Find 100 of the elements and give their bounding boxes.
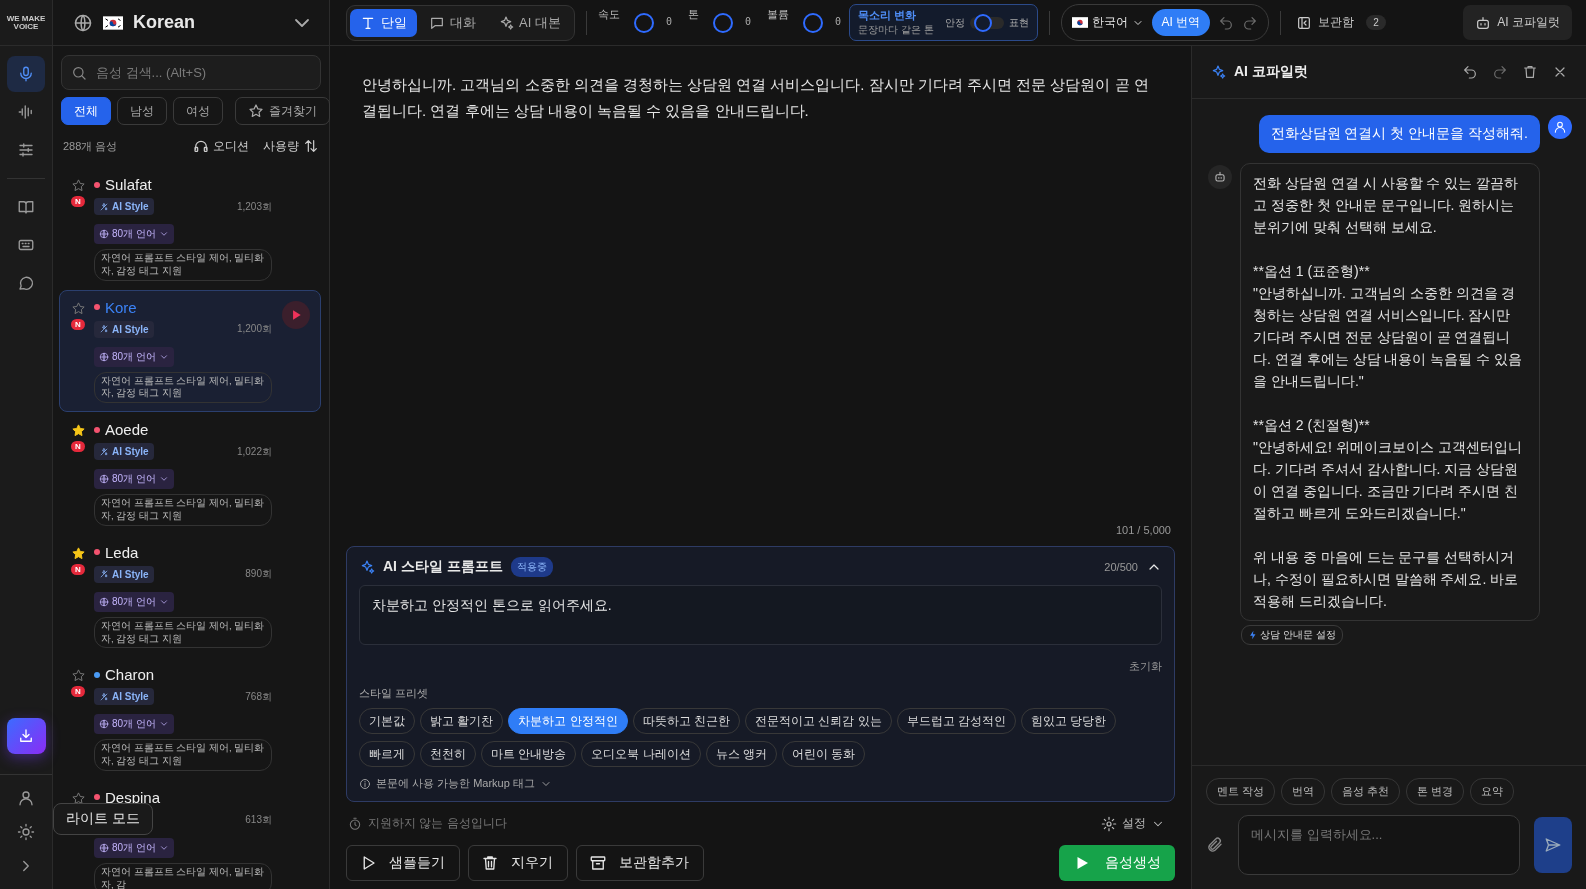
mic-nav-button[interactable] — [7, 56, 45, 92]
star-icon[interactable] — [70, 423, 86, 439]
quick-action-chip[interactable]: 번역 — [1281, 778, 1326, 805]
robot-icon — [1208, 165, 1232, 189]
voice-description: 자연어 프롬프트 스타일 제어, 밀티화자, 감정 태그 지원 — [94, 739, 272, 771]
magic-wand-icon — [99, 691, 109, 702]
globe-icon — [99, 719, 109, 730]
languages-tag[interactable]: 80개 언어 — [94, 346, 174, 367]
clear-button[interactable]: 지우기 — [468, 845, 568, 881]
star-icon[interactable] — [70, 790, 86, 806]
mode-tab[interactable]: AI 대본 — [488, 8, 571, 37]
flag-icon — [1071, 17, 1088, 28]
voice-name[interactable]: Despina — [105, 788, 161, 806]
slider-thumb[interactable] — [802, 12, 823, 33]
star-icon[interactable] — [70, 545, 86, 561]
slider-thumb[interactable] — [633, 12, 654, 33]
presets-label: 스타일 프리셋 — [359, 686, 430, 701]
prompt-field[interactable]: 차분하고 안정적인 톤으로 읽어주세요. — [359, 585, 1162, 645]
preset-chip[interactable]: 차분하고 안정적인 — [508, 708, 628, 734]
new-badge: N — [71, 686, 85, 698]
filter-tab[interactable]: 남성 — [117, 97, 167, 125]
mode-tab[interactable]: 대화 — [419, 8, 486, 37]
voice-name[interactable]: Kore — [105, 298, 137, 316]
filter-tab[interactable]: 여성 — [173, 97, 223, 125]
attach-icon[interactable] — [1206, 836, 1224, 854]
ai-style-tag: AI Style — [94, 688, 154, 706]
notice-text: 지원하지 않는 음성입니다 — [368, 815, 507, 832]
voice-description: 자연어 프롬프트 스타일 제어, 밀티화자, 감정 태그 지원 — [94, 494, 272, 526]
languages-tag[interactable]: 80개 언어 — [94, 837, 174, 858]
sample-play-button[interactable]: 샘플듣기 — [346, 845, 460, 881]
quick-action-chip[interactable]: 톤 변경 — [1406, 778, 1465, 805]
voice-name[interactable]: Charon — [105, 666, 155, 684]
new-badge: N — [71, 563, 85, 575]
languages-tag[interactable]: 80개 언어 — [94, 469, 174, 490]
trash-icon[interactable] — [1522, 64, 1538, 80]
suggestion-chip[interactable]: 상담 안내문 설정 — [1241, 625, 1343, 645]
star-icon[interactable] — [70, 178, 86, 193]
send-button[interactable] — [1534, 817, 1572, 873]
star-icon[interactable] — [70, 300, 86, 316]
sort-button[interactable]: 사용량 — [263, 137, 319, 155]
sun-icon[interactable] — [17, 823, 35, 841]
robot-icon — [1475, 14, 1492, 31]
gear-icon — [1101, 815, 1117, 832]
translate-button[interactable]: AI 번역 — [1151, 9, 1211, 36]
star-icon — [248, 103, 264, 119]
new-badge: N — [71, 441, 85, 453]
usage-count: 1,022회 — [236, 444, 272, 459]
star-icon[interactable] — [70, 668, 86, 684]
voice-card[interactable]: N Kore AI Style 1,200회 80개 언어 자연어 프롬프트 스타일 제어, 밀티화자, 감정 태그 지원 — [59, 289, 321, 413]
info-icon — [359, 777, 371, 790]
message-field[interactable]: 메시지를 입력하세요... — [1238, 815, 1520, 875]
toggle-switch[interactable] — [969, 16, 1004, 29]
headphones-icon — [193, 138, 209, 154]
storage-button[interactable]: 보관함 2 — [1292, 14, 1390, 31]
globe-icon — [99, 229, 109, 239]
filter-tab[interactable]: 전체 — [61, 97, 111, 125]
magic-wand-icon — [99, 569, 109, 580]
character-count: 101 / 5,000 — [1114, 524, 1172, 538]
language-dropdown[interactable]: Korean — [53, 0, 329, 46]
redo-icon[interactable] — [1242, 14, 1259, 31]
language-dropdown[interactable]: 한국어 — [1071, 14, 1144, 31]
copilot-button[interactable]: AI 코파일럿 — [1463, 5, 1572, 40]
add-to-storage-button[interactable]: 보관함추가 — [576, 845, 704, 881]
voice-name[interactable]: Aoede — [105, 421, 149, 439]
quick-action-chip[interactable]: 요약 — [1470, 778, 1515, 805]
favorites-button[interactable]: 즐겨찾기 — [235, 97, 330, 125]
undo-icon[interactable] — [1462, 64, 1478, 80]
voice-name[interactable]: Sulafat — [105, 176, 152, 193]
search-field[interactable]: 음성 검색... (Alt+S) — [61, 55, 321, 90]
trash-icon — [481, 854, 499, 872]
play-button[interactable] — [282, 300, 310, 329]
quick-action-chip[interactable]: 음성 추천 — [1331, 778, 1401, 805]
user-avatar-icon — [1548, 115, 1572, 139]
languages-tag[interactable]: 80개 언어 — [94, 224, 174, 244]
download-icon — [17, 727, 35, 745]
quick-action-chip[interactable]: 멘트 작성 — [1206, 778, 1276, 805]
languages-tag[interactable]: 80개 언어 — [94, 591, 174, 612]
sort-icon — [303, 138, 319, 154]
reset-button[interactable]: 초기화 — [1129, 659, 1162, 674]
tooltip: 라이트 모드 — [53, 803, 153, 835]
voice-change-title: 목소리 변화 — [858, 8, 918, 23]
settings-button[interactable]: 설정 — [1095, 814, 1175, 833]
user-icon[interactable] — [17, 789, 35, 807]
languages-tag[interactable]: 80개 언어 — [94, 714, 174, 735]
markup-tags-toggle[interactable]: 본문에 사용 가능한 Markup 태그 — [359, 776, 552, 791]
voice-description: 자연어 프롬프트 스타일 제어, 밀티화자, 감정 태그 지원 — [94, 616, 272, 649]
microphone-icon — [17, 65, 35, 83]
globe-icon — [99, 351, 109, 362]
flag-icon — [103, 15, 123, 30]
redo-icon[interactable] — [1492, 64, 1508, 80]
mode-tab[interactable]: 단일 — [350, 8, 417, 37]
undo-icon[interactable] — [1218, 14, 1235, 31]
voice-name[interactable]: Leda — [105, 543, 139, 561]
download-button[interactable] — [6, 718, 46, 754]
audition-button[interactable]: 오디션 — [193, 137, 249, 155]
slider-thumb[interactable] — [712, 12, 733, 33]
slider-label: 톤 — [687, 6, 699, 22]
sparkle-icon — [1210, 64, 1226, 80]
globe-icon — [73, 12, 93, 33]
script-text[interactable]: 안녕하십니까. 고객님의 소중한 의견을 경청하는 상담원 연결 서비스입니다. 잠시만 기다려 주시면 전문 상담원이 곧 연결됩니다. 연결 후에는 상담 내용이 녹음될 수 있음을 안내드립니다. — [362, 72, 1159, 124]
